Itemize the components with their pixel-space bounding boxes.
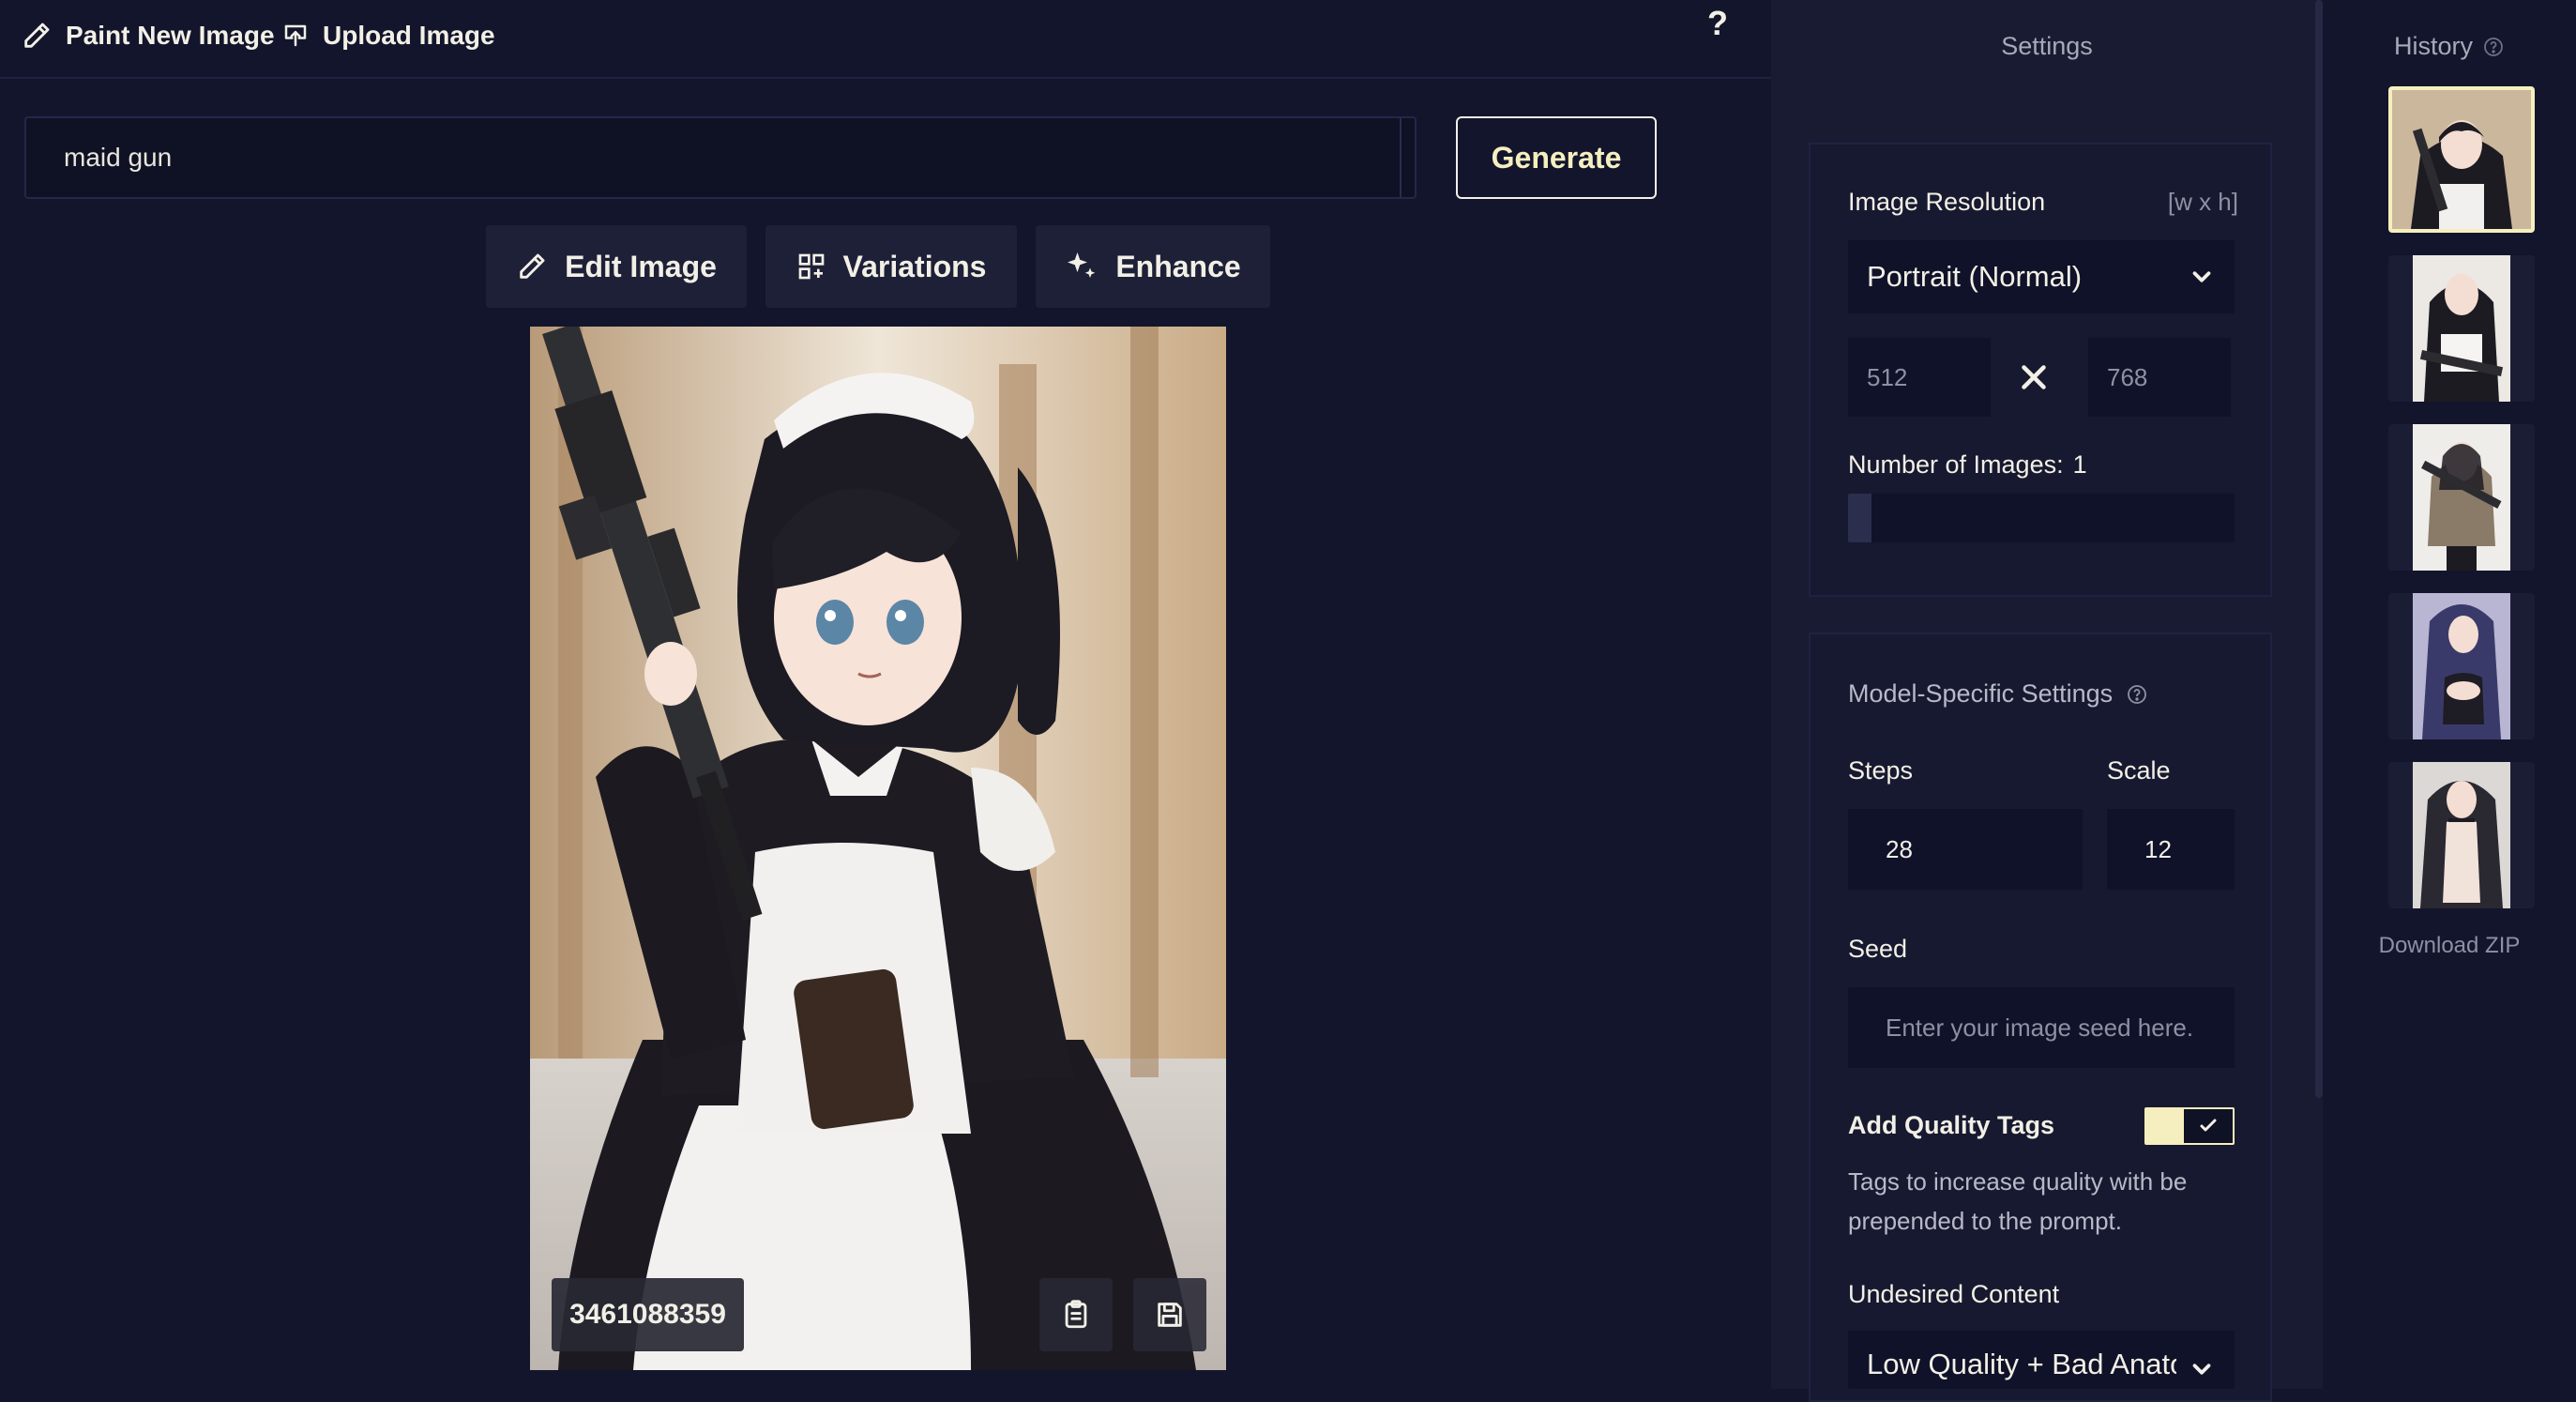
history-panel: History Download ZIP [2323, 0, 2576, 1389]
copy-to-clipboard-button[interactable] [1039, 1278, 1113, 1351]
settings-title: Settings [2001, 32, 2093, 60]
upload-image-label: Upload Image [323, 21, 495, 50]
check-icon [2197, 1115, 2220, 1137]
clipboard-icon [1060, 1299, 1092, 1331]
quality-tags-description-line-2: prepended to the prompt. [1848, 1207, 2122, 1235]
steps-value: 28 [1886, 834, 1913, 863]
image-seed-badge[interactable]: 3461088359 [552, 1278, 744, 1351]
upload-icon [281, 22, 310, 50]
number-of-images-label: Number of Images: [1848, 450, 2064, 479]
steps-input[interactable]: 28 [1848, 809, 2083, 890]
number-of-images-slider-fill[interactable] [1848, 494, 1871, 542]
paint-new-image-label: Paint New Image [66, 21, 275, 50]
save-image-button[interactable] [1133, 1278, 1206, 1351]
edit-image-button[interactable]: Edit Image [486, 225, 747, 308]
width-input[interactable]: 512 [1848, 338, 1991, 417]
history-thumbnail[interactable] [2388, 255, 2535, 402]
top-bar: Paint New Image Upload Image ? [0, 0, 1771, 79]
add-quality-tags-toggle[interactable] [2144, 1107, 2235, 1145]
grid-plus-icon [796, 251, 826, 282]
generated-image[interactable] [530, 327, 1226, 1370]
history-thumbnail[interactable] [2388, 762, 2535, 908]
seed-placeholder: Enter your image seed here. [1886, 1013, 2194, 1042]
history-thumbnail-art [2392, 90, 2531, 229]
undesired-content-select[interactable]: Low Quality + Bad Anato [1848, 1331, 2235, 1389]
info-icon[interactable] [2126, 683, 2148, 706]
image-resolution-label: Image Resolution [1848, 188, 2046, 216]
sparkle-icon [1065, 250, 1099, 283]
prompt-text: maid gun [64, 143, 173, 172]
resolution-select-value: Portrait (Normal) [1867, 260, 2083, 293]
resolution-select[interactable]: Portrait (Normal) [1848, 240, 2235, 313]
history-thumbnail[interactable] [2388, 424, 2535, 571]
width-value: 512 [1867, 362, 1908, 391]
pencil-icon [21, 20, 53, 52]
number-of-images-row: Number of Images: 1 [1848, 450, 2087, 480]
number-of-images-value: 1 [2072, 450, 2087, 479]
seed-label: Seed [1848, 935, 1908, 963]
history-thumbnail[interactable] [2388, 593, 2535, 739]
height-value: 768 [2107, 362, 2148, 391]
paint-new-image-button[interactable]: Paint New Image [21, 17, 275, 54]
history-title: History [2393, 32, 2473, 60]
steps-label: Steps [1848, 756, 1914, 785]
chevron-down-icon [2188, 263, 2216, 291]
history-thumbnail[interactable] [2388, 86, 2535, 233]
add-quality-tags-label: Add Quality Tags [1848, 1111, 2055, 1139]
model-specific-settings-row: Model-Specific Settings [1848, 679, 2148, 709]
settings-panel: Settings Image Resolution [w x h] Portra… [1771, 0, 2323, 1402]
edit-image-label: Edit Image [565, 249, 717, 283]
scale-label: Scale [2107, 756, 2171, 785]
variations-button[interactable]: Variations [765, 225, 1017, 308]
generate-button[interactable]: Generate [1456, 116, 1657, 199]
prompt-scrollbar[interactable] [1400, 118, 1415, 197]
quality-tags-description: Tags to increase quality with be prepend… [1848, 1162, 2187, 1241]
toggle-track-fill [2146, 1109, 2184, 1143]
generated-image-art [530, 327, 1226, 1370]
floppy-disk-icon [1154, 1299, 1186, 1331]
undesired-content-label: Undesired Content [1848, 1280, 2060, 1308]
info-icon[interactable] [2482, 36, 2505, 58]
scale-input[interactable]: 12 [2107, 809, 2235, 890]
variations-label: Variations [842, 249, 987, 283]
height-input[interactable]: 768 [2088, 338, 2231, 417]
history-thumbnail-art [2413, 762, 2510, 908]
undesired-content-value: Low Quality + Bad Anato [1867, 1348, 2176, 1380]
scale-value: 12 [2144, 834, 2172, 863]
enhance-button[interactable]: Enhance [1036, 225, 1270, 308]
settings-scrollbar[interactable] [2315, 0, 2323, 1098]
times-icon [2017, 360, 2051, 394]
enhance-label: Enhance [1115, 249, 1241, 283]
resolution-hint: [w x h] [2167, 188, 2238, 216]
model-specific-settings-label: Model-Specific Settings [1848, 679, 2114, 708]
history-thumbnail-art [2413, 255, 2510, 402]
quality-tags-description-line-1: Tags to increase quality with be [1848, 1167, 2188, 1196]
history-thumbnail-art [2413, 424, 2510, 571]
seed-input[interactable]: Enter your image seed here. [1848, 987, 2235, 1068]
history-title-row: History [2323, 32, 2576, 61]
help-button[interactable]: ? [1707, 4, 1728, 43]
chevron-down-icon [2188, 1355, 2216, 1383]
prompt-input[interactable]: maid gun [24, 116, 1417, 199]
download-zip-button[interactable]: Download ZIP [2323, 933, 2576, 959]
pencil-icon [516, 251, 548, 282]
upload-image-button[interactable]: Upload Image [281, 17, 495, 54]
history-thumbnail-art [2413, 593, 2510, 739]
number-of-images-slider[interactable] [1848, 494, 2235, 542]
